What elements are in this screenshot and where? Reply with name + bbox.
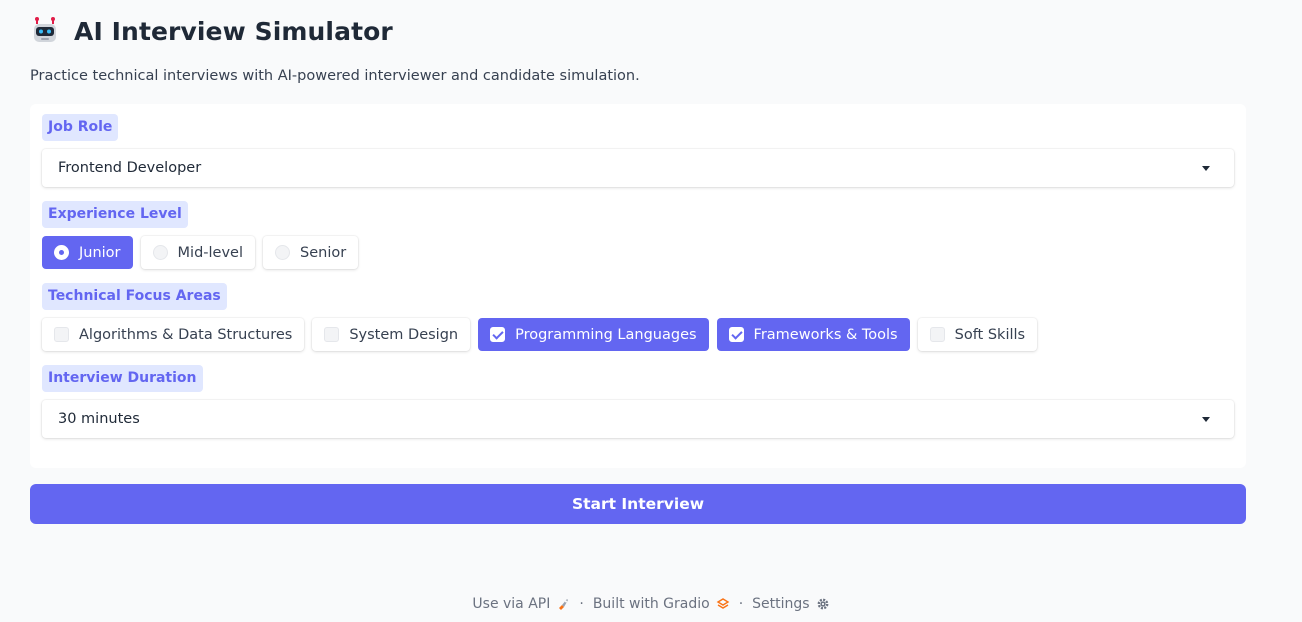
use-via-api-link[interactable]: Use via API	[472, 596, 570, 612]
duration-value: 30 minutes	[58, 411, 140, 427]
footer-separator: ·	[738, 596, 744, 612]
checkbox-frameworks-tools[interactable]: Frameworks & Tools	[716, 318, 910, 351]
footer-separator: ·	[579, 596, 584, 612]
focus-checkbox-group: Algorithms & Data Structures System Desi…	[42, 318, 1234, 351]
checkbox[interactable]	[929, 327, 945, 342]
duration-dropdown[interactable]: 30 minutes	[42, 400, 1234, 438]
robot-icon	[30, 16, 60, 46]
checkbox-label: Programming Languages	[515, 326, 697, 343]
checkbox[interactable]	[490, 327, 506, 342]
checkbox-label: System Design	[349, 326, 459, 343]
checkbox[interactable]	[728, 327, 744, 342]
checkbox[interactable]	[54, 327, 69, 342]
radio-junior[interactable]: Junior	[42, 236, 133, 269]
page-subtitle: Practice technical interviews with AI-po…	[30, 68, 640, 84]
chevron-down-icon	[1202, 416, 1210, 422]
radio-button[interactable]	[152, 245, 168, 260]
use-via-api-label: Use via API	[472, 596, 551, 612]
checkbox-label: Soft Skills	[954, 326, 1026, 343]
gear-icon	[817, 598, 828, 610]
radio-senior[interactable]: Senior	[263, 236, 359, 269]
job-role-label: Job Role	[42, 114, 119, 141]
start-interview-button[interactable]: Start Interview	[30, 484, 1246, 524]
checkbox[interactable]	[324, 327, 340, 342]
experience-group: Experience Level Junior Mid-level Senior	[42, 201, 1234, 269]
checkbox-algorithms[interactable]: Algorithms & Data Structures	[42, 318, 305, 351]
header: AI Interview Simulator	[30, 0, 1246, 62]
checkbox-label: Frameworks & Tools	[753, 326, 898, 343]
settings-link[interactable]: Settings	[752, 596, 829, 612]
rocket-icon	[559, 599, 569, 610]
settings-label: Settings	[752, 596, 810, 612]
job-role-value: Frontend Developer	[58, 160, 202, 176]
built-with-gradio-label: Built with Gradio	[592, 596, 710, 612]
built-with-gradio-link[interactable]: Built with Gradio	[593, 596, 730, 612]
chevron-down-icon	[1202, 165, 1210, 171]
radio-button[interactable]	[275, 245, 290, 260]
focus-label: Technical Focus Areas	[42, 283, 227, 310]
job-role-group: Job Role Frontend Developer	[42, 114, 1234, 187]
checkbox-label: Algorithms & Data Structures	[79, 326, 293, 343]
page-title: AI Interview Simulator	[74, 16, 393, 46]
app-container: AI Interview Simulator Practice technica…	[30, 0, 1246, 524]
checkbox-programming-languages[interactable]: Programming Languages	[478, 318, 709, 351]
radio-label: Senior	[300, 244, 347, 261]
experience-radio-group: Junior Mid-level Senior	[42, 236, 1234, 269]
checkbox-soft-skills[interactable]: Soft Skills	[917, 318, 1038, 351]
job-role-dropdown[interactable]: Frontend Developer	[42, 149, 1234, 187]
duration-group: Interview Duration 30 minutes	[42, 365, 1234, 438]
radio-button[interactable]	[54, 245, 69, 260]
duration-label: Interview Duration	[42, 365, 203, 392]
radio-mid-level[interactable]: Mid-level	[140, 236, 255, 269]
gradio-logo-icon	[716, 598, 730, 609]
radio-label: Junior	[79, 244, 121, 261]
radio-label: Mid-level	[177, 244, 243, 261]
form-panel: Job Role Frontend Developer Experience L…	[30, 104, 1246, 468]
footer: Use via API · Built with Gradio · Settin…	[0, 596, 1302, 612]
checkbox-system-design[interactable]: System Design	[312, 318, 471, 351]
focus-group: Technical Focus Areas Algorithms & Data …	[42, 283, 1234, 351]
experience-label: Experience Level	[42, 201, 188, 228]
